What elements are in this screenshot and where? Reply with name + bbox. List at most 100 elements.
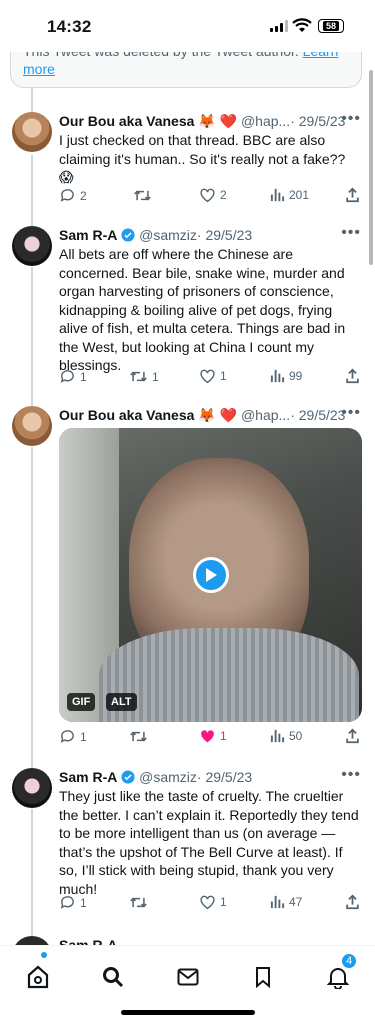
tweet-actions: 2 2 201 [59, 187, 361, 207]
tweet-text: All bets are off where the Chinese are c… [59, 246, 346, 373]
views-icon [270, 369, 285, 383]
share-button[interactable] [345, 368, 360, 384]
reply-icon [60, 896, 74, 909]
avatar[interactable] [12, 112, 52, 152]
home-unread-dot [41, 952, 47, 958]
like-button[interactable]: 2 [199, 187, 227, 203]
tweet-date[interactable]: · 29/5/23 [197, 769, 252, 785]
tweet-text: I just checked on that thread. BBC are a… [59, 132, 346, 185]
tweet-header: Our Bou aka Vanesa 🦊 ❤️ @hap...· 29/5/23 [59, 112, 349, 130]
display-name[interactable]: Sam R-A [59, 227, 117, 243]
more-options-icon[interactable]: ••• [341, 404, 361, 422]
retweet-button[interactable] [133, 187, 156, 204]
notification-badge: 4 [340, 952, 358, 970]
thread-line [31, 809, 33, 939]
more-options-icon[interactable]: ••• [341, 224, 361, 242]
more-options-icon[interactable]: ••• [341, 766, 361, 784]
like-count: 1 [220, 729, 227, 743]
retweet-button[interactable]: 1 [129, 368, 159, 385]
like-button[interactable]: 1 [199, 728, 227, 744]
heart-icon [200, 369, 215, 384]
retweet-button[interactable] [129, 894, 152, 911]
heart-filled-icon [201, 730, 214, 743]
display-name[interactable]: Our Bou aka Vanesa [59, 407, 194, 423]
battery-icon: 58 [318, 19, 344, 33]
more-options-icon[interactable]: ••• [341, 110, 361, 128]
reply-button[interactable]: 2 [59, 187, 87, 204]
handle[interactable]: @hap... [241, 113, 290, 129]
status-bar: 14:32 58 [0, 0, 375, 52]
thread-line [31, 267, 33, 407]
tweet-date[interactable]: · 29/5/23 [290, 113, 345, 129]
tweet-header: Our Bou aka Vanesa 🦊 ❤️ @hap...· 29/5/23 [59, 406, 349, 424]
reply-button[interactable]: 1 [59, 728, 87, 745]
share-button[interactable] [345, 187, 360, 203]
tweet-date[interactable]: · 29/5/23 [197, 227, 252, 243]
reply-button[interactable]: 1 [59, 894, 87, 911]
play-icon [206, 568, 217, 582]
heart-icon [200, 188, 215, 203]
share-icon [346, 728, 359, 744]
wifi-icon [292, 18, 312, 32]
thread-line [31, 155, 33, 227]
tweet-date[interactable]: · 29/5/23 [290, 407, 345, 423]
home-indicator[interactable] [121, 1010, 255, 1015]
share-icon [346, 894, 359, 910]
heart-icon [200, 895, 215, 910]
scrollbar[interactable] [369, 70, 373, 265]
avatar[interactable] [12, 768, 52, 808]
tab-bookmarks[interactable] [248, 964, 278, 990]
home-icon [27, 965, 49, 989]
media-subject-shirt [99, 628, 359, 722]
battery-level: 58 [322, 21, 339, 31]
tweet-text: They just like the taste of cruelty. The… [59, 788, 359, 897]
views-button[interactable]: 50 [270, 728, 302, 743]
retweet-button[interactable] [129, 728, 152, 745]
gif-badge: GIF [67, 693, 96, 711]
handle[interactable]: @hap... [241, 407, 290, 423]
avatar[interactable] [12, 406, 52, 446]
reply-count: 1 [80, 729, 87, 744]
cellular-signal-icon [270, 20, 288, 32]
share-button[interactable] [345, 728, 360, 744]
search-icon [103, 967, 124, 988]
tweet-actions: 1 1 50 [59, 728, 361, 748]
views-button[interactable]: 99 [270, 368, 302, 383]
handle[interactable]: @samziz [139, 227, 197, 243]
play-button[interactable] [193, 557, 229, 593]
reply-icon [60, 370, 74, 383]
retweet-icon [130, 371, 147, 382]
views-button[interactable]: 201 [270, 187, 309, 202]
verified-badge-icon [121, 228, 135, 242]
alt-badge[interactable]: ALT [106, 693, 137, 711]
display-name[interactable]: Our Bou aka Vanesa [59, 113, 194, 129]
reply-count: 2 [80, 188, 87, 203]
retweet-icon [130, 731, 147, 742]
tweet-actions: 1 1 1 99 [59, 368, 361, 388]
reply-button[interactable]: 1 [59, 368, 87, 385]
reply-count: 1 [80, 895, 87, 910]
tab-home[interactable] [23, 964, 53, 990]
gif-media[interactable]: GIF ALT [59, 428, 362, 722]
like-count: 2 [220, 188, 227, 202]
bookmarks-icon [256, 967, 270, 988]
share-button[interactable] [345, 894, 360, 910]
avatar[interactable] [12, 226, 52, 266]
view-count: 99 [289, 368, 303, 383]
tab-search[interactable] [98, 964, 128, 990]
retweet-icon [130, 897, 147, 908]
name-emoji: 🦊 ❤️ [198, 407, 238, 423]
views-button[interactable]: 47 [270, 894, 302, 909]
display-name[interactable]: Sam R-A [59, 769, 117, 785]
handle[interactable]: @samziz [139, 769, 197, 785]
like-button[interactable]: 1 [199, 894, 227, 910]
retweet-icon [134, 190, 151, 201]
tab-messages[interactable] [173, 964, 203, 990]
like-count: 1 [220, 369, 227, 383]
status-time: 14:32 [47, 17, 92, 36]
reply-icon [60, 730, 74, 743]
like-count: 1 [220, 895, 227, 909]
tweet-header: Sam R-A @samziz· 29/5/23 [59, 226, 349, 244]
view-count: 50 [289, 728, 303, 743]
like-button[interactable]: 1 [199, 368, 227, 384]
